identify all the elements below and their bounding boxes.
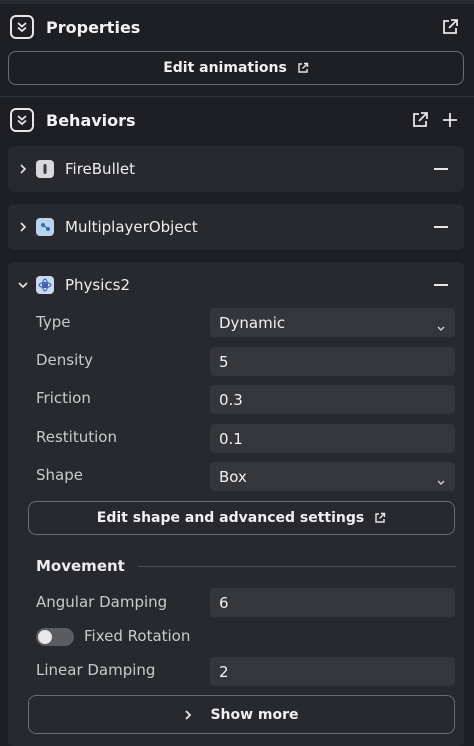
edit-animations-button[interactable]: Edit animations (8, 51, 464, 85)
chevron-right-icon (184, 709, 192, 721)
angular-damping-input[interactable]: 6 (210, 588, 455, 617)
properties-title: Properties (46, 17, 141, 37)
shape-select[interactable]: Box (210, 462, 455, 491)
behavior-row-multiplayerobject[interactable]: MultiplayerObject (8, 204, 464, 250)
multiplayer-icon (36, 218, 54, 236)
behavior-card-multiplayerobject: MultiplayerObject (8, 204, 464, 250)
angular-damping-label: Angular Damping (36, 593, 168, 611)
density-input[interactable]: 5 (210, 347, 455, 376)
friction-value: 0.3 (219, 390, 243, 409)
chevron-down-icon[interactable] (18, 280, 28, 290)
bullet-icon (36, 160, 54, 178)
chevron-right-icon[interactable] (18, 222, 28, 232)
friction-label: Friction (36, 389, 91, 407)
double-chevron-down-icon (17, 22, 27, 33)
top-strip (0, 0, 474, 4)
type-value: Dynamic (219, 313, 286, 332)
edit-shape-button[interactable]: Edit shape and advanced settings (28, 501, 455, 535)
edit-animations-label: Edit animations (163, 60, 287, 76)
density-label: Density (36, 351, 94, 369)
open-external-icon (297, 62, 309, 74)
behavior-name: FireBullet (65, 160, 136, 178)
chevron-down-icon (437, 318, 445, 336)
open-external-icon[interactable] (440, 17, 460, 37)
behaviors-title: Behaviors (46, 110, 136, 130)
fixed-rotation-toggle[interactable] (36, 628, 74, 646)
section-divider (0, 96, 474, 97)
behaviors-collapse-button[interactable] (10, 108, 34, 132)
type-label: Type (36, 313, 71, 331)
remove-behavior-icon[interactable] (434, 284, 448, 286)
open-external-icon (374, 512, 386, 524)
show-more-label: Show more (210, 706, 299, 723)
linear-damping-input[interactable]: 2 (210, 657, 455, 686)
toggle-knob (38, 630, 52, 644)
open-external-icon[interactable] (410, 110, 430, 130)
behavior-card-firebullet: FireBullet (8, 146, 464, 192)
add-behavior-icon[interactable] (440, 110, 460, 130)
chevron-down-icon (437, 472, 445, 490)
remove-behavior-icon[interactable] (434, 226, 448, 228)
behavior-row-physics2[interactable]: Physics2 (8, 262, 464, 308)
linear-damping-value: 2 (219, 662, 229, 681)
properties-header: Properties (0, 7, 474, 47)
remove-behavior-icon[interactable] (434, 168, 448, 170)
restitution-label: Restitution (36, 428, 117, 446)
restitution-value: 0.1 (219, 429, 243, 448)
behavior-name: Physics2 (65, 276, 131, 294)
linear-damping-label: Linear Damping (36, 661, 156, 679)
angular-damping-value: 6 (219, 593, 229, 612)
friction-input[interactable]: 0.3 (210, 385, 455, 414)
type-select[interactable]: Dynamic (210, 308, 455, 337)
fixed-rotation-label: Fixed Rotation (84, 627, 191, 645)
movement-divider (138, 566, 456, 567)
restitution-input[interactable]: 0.1 (210, 424, 455, 453)
movement-title: Movement (36, 557, 125, 575)
shape-label: Shape (36, 466, 83, 484)
behaviors-header: Behaviors (0, 100, 474, 140)
show-more-button[interactable]: Show more (28, 695, 455, 734)
chevron-right-icon[interactable] (18, 164, 28, 174)
shape-value: Box (219, 467, 247, 486)
behavior-row-firebullet[interactable]: FireBullet (8, 146, 464, 192)
physics-icon (36, 276, 54, 294)
density-value: 5 (219, 352, 229, 371)
behavior-name: MultiplayerObject (65, 218, 198, 236)
properties-collapse-button[interactable] (10, 15, 34, 39)
behavior-card-physics2: Physics2 Type Dynamic Density 5 Friction… (8, 262, 464, 746)
edit-shape-label: Edit shape and advanced settings (96, 510, 365, 526)
double-chevron-down-icon (17, 115, 27, 126)
